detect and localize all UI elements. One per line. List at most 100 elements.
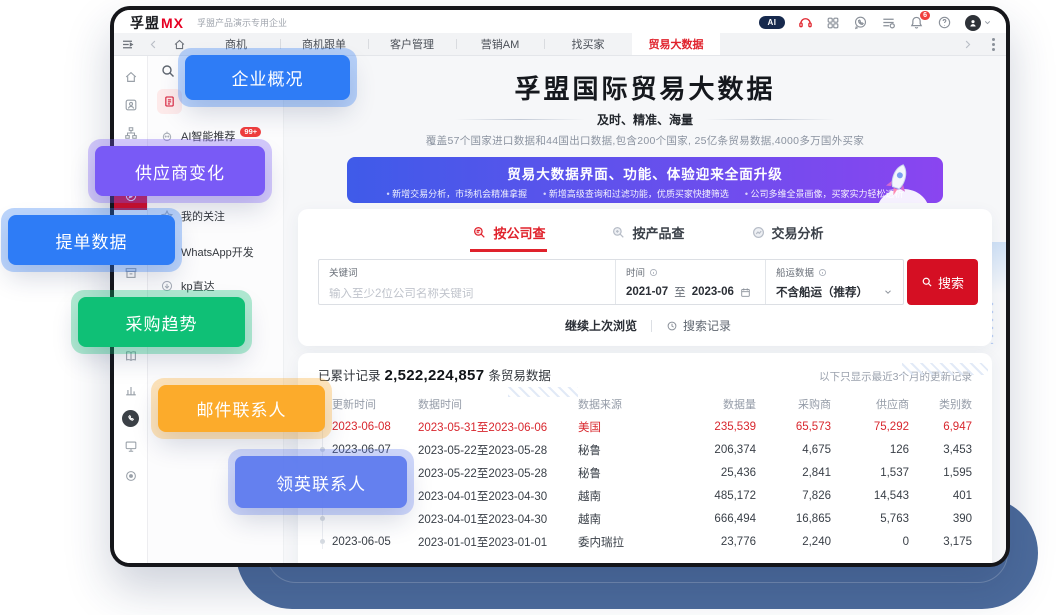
cell-source: 越南 bbox=[578, 488, 698, 504]
banner-bullet: 新增高级查询和过滤功能，优质买家快捷筛选 bbox=[543, 187, 729, 200]
table-row[interactable]: 2023-06-05 2023-01-01至2023-01-01 委内瑞拉 23… bbox=[318, 530, 972, 553]
nav-tab-zhaomaijia[interactable]: 找买家 bbox=[544, 33, 632, 55]
table-row[interactable]: 2023-04-01至2023-04-30 越南 666,494 16,865 … bbox=[318, 507, 972, 530]
banner-bullet: 新增交易分析，市场机会精准拿握 bbox=[386, 187, 527, 200]
callout-company-overview: 企业概况 bbox=[185, 55, 350, 100]
strip-chart-icon[interactable] bbox=[114, 377, 147, 403]
nav-forward-icon[interactable] bbox=[954, 33, 980, 55]
calendar-icon bbox=[740, 287, 751, 298]
hero: 孚盟国际贸易大数据 及时、精准、海量 覆盖57个国家进口数据和44国出口数据,包… bbox=[284, 69, 1006, 148]
search-fields: 关键词 时间 2021-07 至 bbox=[318, 259, 904, 305]
shipping-label-text: 船运数据 bbox=[776, 265, 814, 279]
cell-volume: 666,494 bbox=[698, 513, 756, 525]
sidebar-item-label: 我的关注 bbox=[181, 208, 225, 224]
nav-tab-trade-data-active[interactable]: 贸易大数据 bbox=[632, 33, 720, 55]
callout-email-contacts: 邮件联系人 bbox=[158, 385, 325, 432]
clock-icon bbox=[666, 320, 678, 332]
log-icon[interactable] bbox=[881, 15, 896, 30]
user-menu[interactable] bbox=[965, 15, 992, 31]
table-header-row: 更新时间 数据时间 数据来源 数据量 采购商 供应商 类别数 bbox=[318, 393, 972, 415]
records-table: 更新时间 数据时间 数据来源 数据量 采购商 供应商 类别数 2023-06-0… bbox=[318, 393, 972, 553]
strip-target-icon[interactable] bbox=[114, 463, 147, 489]
topbar-icons: AI 6 bbox=[759, 15, 992, 31]
col-header: 供应商 bbox=[831, 396, 909, 412]
keyword-label: 关键词 bbox=[329, 265, 605, 279]
strip-whatsapp-icon[interactable] bbox=[114, 405, 147, 431]
tab-by-company[interactable]: 按公司查 bbox=[470, 218, 547, 252]
shipping-label: 船运数据 bbox=[776, 265, 893, 279]
col-header: 类别数 bbox=[909, 396, 972, 412]
continue-browse-link[interactable]: 继续上次浏览 bbox=[565, 317, 637, 334]
cell-update: 2023-06-08 bbox=[318, 421, 418, 433]
page: 孚盟 MX 孚盟产品演示专用企业 AI bbox=[0, 0, 1062, 615]
cell-volume: 485,172 bbox=[698, 490, 756, 502]
table-row[interactable]: 2023-04-01至2023-04-30 越南 485,172 7,826 1… bbox=[318, 484, 972, 507]
cell-volume: 235,539 bbox=[698, 421, 756, 433]
search-icon bbox=[921, 276, 933, 288]
stats-count: 2,522,224,857 bbox=[385, 367, 485, 384]
banner-bullets: 新增交易分析，市场机会精准拿握 新增高级查询和过滤功能，优质买家快捷筛选 公司多… bbox=[347, 187, 943, 200]
cell-volume: 25,436 bbox=[698, 467, 756, 479]
search-button[interactable]: 搜索 bbox=[907, 259, 978, 305]
col-header: 数据来源 bbox=[578, 396, 698, 412]
cell-buyers: 2,841 bbox=[756, 467, 831, 479]
page-title: 孚盟国际贸易大数据 bbox=[284, 69, 1006, 106]
time-label-text: 时间 bbox=[626, 265, 645, 279]
info-icon bbox=[649, 268, 658, 277]
cell-suppliers: 14,543 bbox=[831, 490, 909, 502]
callout-supplier-changes: 供应商变化 bbox=[95, 146, 265, 196]
nav-tab-kehu-guanli[interactable]: 客户管理 bbox=[368, 33, 456, 55]
nav-back-icon[interactable] bbox=[140, 33, 166, 55]
keyword-field[interactable]: 关键词 bbox=[319, 260, 615, 304]
tab-label: 按公司查 bbox=[493, 223, 545, 242]
upgrade-banner[interactable]: 贸易大数据界面、功能、体验迎来全面升级 新增交易分析，市场机会精准拿握 新增高级… bbox=[347, 157, 943, 203]
whatsapp-icon[interactable] bbox=[853, 15, 868, 30]
cell-period: 2023-01-01至2023-01-01 bbox=[418, 534, 578, 550]
cell-source: 委内瑞拉 bbox=[578, 534, 698, 550]
cell-categories: 390 bbox=[909, 513, 972, 525]
tenant-subtitle: 孚盟产品演示专用企业 bbox=[197, 16, 287, 29]
info-icon bbox=[818, 268, 827, 277]
nav-more-icon[interactable] bbox=[980, 33, 1006, 55]
shipping-field[interactable]: 船运数据 不含船运（推荐） bbox=[765, 260, 903, 304]
time-field[interactable]: 时间 2021-07 至 2023-06 bbox=[615, 260, 765, 304]
sidebar-search-icon[interactable] bbox=[160, 63, 176, 79]
table-row[interactable]: 2023-06-07 2023-05-22至2023-05-28 秘鲁 206,… bbox=[318, 438, 972, 461]
keyword-input[interactable] bbox=[329, 288, 605, 300]
tab-by-product[interactable]: 按产品查 bbox=[609, 218, 686, 252]
search-form: 关键词 时间 2021-07 至 bbox=[318, 259, 978, 305]
total-records: 已累计记录 2,522,224,857 条贸易数据 bbox=[318, 365, 551, 384]
page-subtitle: 及时、精准、海量 bbox=[284, 111, 1006, 128]
search-history-link[interactable]: 搜索记录 bbox=[666, 317, 731, 334]
divider bbox=[651, 320, 652, 332]
strip-contacts-icon[interactable] bbox=[114, 92, 147, 118]
apps-grid-icon[interactable] bbox=[826, 16, 840, 30]
product-search-icon bbox=[611, 225, 626, 240]
time-separator: 至 bbox=[674, 284, 686, 300]
help-icon[interactable] bbox=[937, 15, 952, 30]
bell-icon[interactable]: 6 bbox=[909, 15, 924, 30]
strip-home-icon[interactable] bbox=[114, 64, 147, 90]
nav-tab-yingxiao[interactable]: 营销AM bbox=[456, 33, 544, 55]
table-row[interactable]: 2023-06-08 2023-05-31至2023-06-06 美国 235,… bbox=[318, 415, 972, 438]
cell-categories: 3,453 bbox=[909, 444, 972, 456]
page-description: 覆盖57个国家进口数据和44国出口数据,包含200个国家, 25亿条贸易数据,4… bbox=[284, 133, 1006, 148]
avatar bbox=[965, 15, 981, 31]
cell-suppliers: 75,292 bbox=[831, 421, 909, 433]
company-search-icon bbox=[472, 225, 487, 240]
cell-volume: 206,374 bbox=[698, 444, 756, 456]
strip-monitor-icon[interactable] bbox=[114, 433, 147, 459]
tab-trade-analysis[interactable]: 交易分析 bbox=[749, 218, 826, 252]
collapse-sidebar-icon[interactable] bbox=[114, 33, 140, 55]
rocket-icon bbox=[881, 161, 915, 201]
cell-period: 2023-05-22至2023-05-28 bbox=[418, 465, 578, 481]
ai-badge[interactable]: AI bbox=[759, 16, 785, 29]
stats-note: 以下只显示最近3个月的更新记录 bbox=[819, 369, 972, 384]
stats-row: 已累计记录 2,522,224,857 条贸易数据 以下只显示最近3个月的更新记… bbox=[318, 365, 972, 384]
cell-source: 秘鲁 bbox=[578, 442, 698, 458]
banner-bullet: 公司多维全景画像，买家实力轻松透析 bbox=[745, 187, 904, 200]
callout-purchase-trends: 采购趋势 bbox=[78, 297, 245, 347]
timeline-dot bbox=[320, 539, 325, 544]
headset-icon[interactable] bbox=[798, 15, 813, 30]
table-row[interactable]: 2023-05-22至2023-05-28 秘鲁 25,436 2,841 1,… bbox=[318, 461, 972, 484]
